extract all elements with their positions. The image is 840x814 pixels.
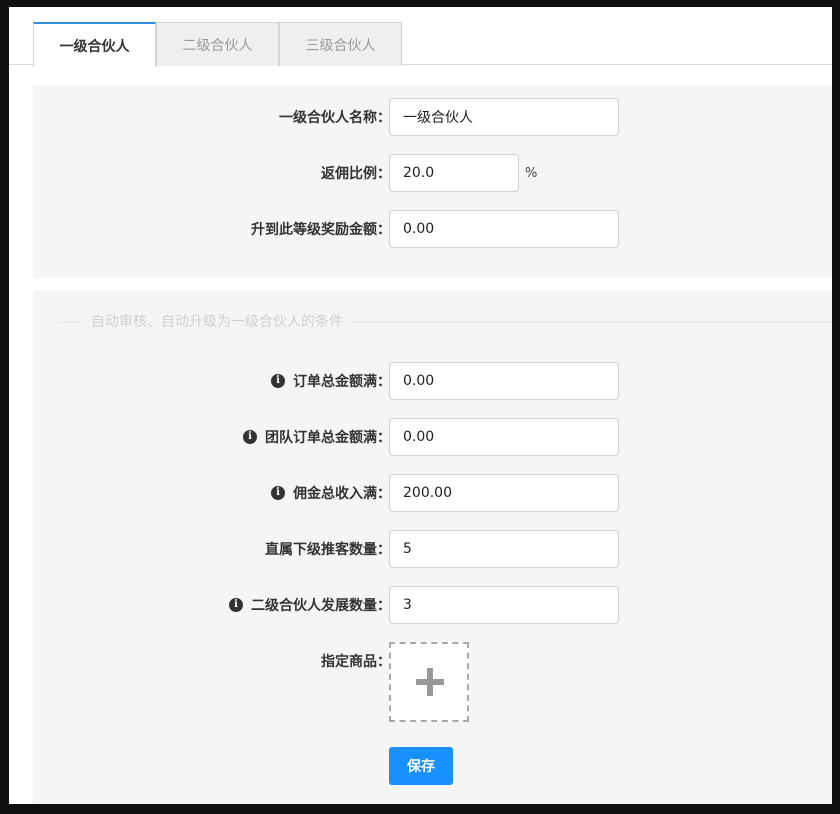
level2-count-row: i 二级合伙人发展数量： — [33, 586, 832, 624]
info-icon[interactable]: i — [243, 430, 257, 444]
level2-count-label-wrap: i 二级合伙人发展数量： — [229, 586, 391, 624]
partner-name-input[interactable] — [389, 98, 619, 136]
commission-income-input[interactable] — [389, 474, 619, 512]
team-order-total-label-wrap: i 团队订单总金额满： — [243, 418, 391, 456]
order-total-label: 订单总金额满： — [293, 374, 391, 390]
direct-referrals-row: 直属下级推客数量： — [33, 530, 832, 568]
order-total-label-wrap: i 订单总金额满： — [271, 362, 391, 400]
level2-count-input[interactable] — [389, 586, 619, 624]
product-row: 指定商品： — [33, 642, 832, 726]
commission-income-label-wrap: i 佣金总收入满： — [271, 474, 391, 512]
upgrade-conditions-panel: 自动审核、自动升级为一级合伙人的条件 i 订单总金额满： i 团队订单总金额满：… — [33, 291, 832, 804]
direct-referrals-label: 直属下级推客数量： — [265, 542, 391, 558]
commission-rate-row: 返佣比例： % — [33, 154, 832, 192]
team-order-total-row: i 团队订单总金额满： — [33, 418, 832, 456]
commission-rate-label: 返佣比例： — [321, 166, 391, 182]
info-icon[interactable]: i — [271, 374, 285, 388]
basic-settings-panel: 一级合伙人名称： 返佣比例： % 升到此等级奖励金额： — [33, 85, 832, 278]
order-total-row: i 订单总金额满： — [33, 362, 832, 400]
conditions-section-title-text: 自动审核、自动升级为一级合伙人的条件 — [83, 311, 351, 333]
conditions-section-title: 自动审核、自动升级为一级合伙人的条件 — [33, 311, 832, 333]
add-product-button[interactable] — [389, 642, 469, 722]
tab-level1-partner[interactable]: 一级合伙人 — [33, 22, 156, 67]
tab-level2-partner[interactable]: 二级合伙人 — [156, 22, 279, 66]
percent-unit: % — [525, 165, 538, 181]
team-order-total-label: 团队订单总金额满： — [265, 430, 391, 446]
save-button[interactable]: 保存 — [389, 747, 453, 785]
partner-name-label: 一级合伙人名称： — [279, 110, 391, 126]
tab-bar: 一级合伙人 二级合伙人 三级合伙人 — [9, 7, 832, 67]
info-icon[interactable]: i — [229, 598, 243, 612]
upgrade-reward-input[interactable] — [389, 210, 619, 248]
app-frame: 一级合伙人 二级合伙人 三级合伙人 一级合伙人名称： 返佣比例： % 升到此等级… — [9, 7, 832, 804]
upgrade-reward-row: 升到此等级奖励金额： — [33, 210, 832, 248]
commission-rate-input[interactable] — [389, 154, 519, 192]
direct-referrals-input[interactable] — [389, 530, 619, 568]
commission-income-label: 佣金总收入满： — [293, 486, 391, 502]
upgrade-reward-label: 升到此等级奖励金额： — [251, 222, 391, 238]
level2-count-label: 二级合伙人发展数量： — [251, 598, 391, 614]
commission-income-row: i 佣金总收入满： — [33, 474, 832, 512]
order-total-input[interactable] — [389, 362, 619, 400]
team-order-total-input[interactable] — [389, 418, 619, 456]
info-icon[interactable]: i — [271, 486, 285, 500]
product-label: 指定商品： — [321, 654, 391, 670]
tab-level3-partner[interactable]: 三级合伙人 — [279, 22, 402, 66]
partner-name-row: 一级合伙人名称： — [33, 98, 832, 136]
